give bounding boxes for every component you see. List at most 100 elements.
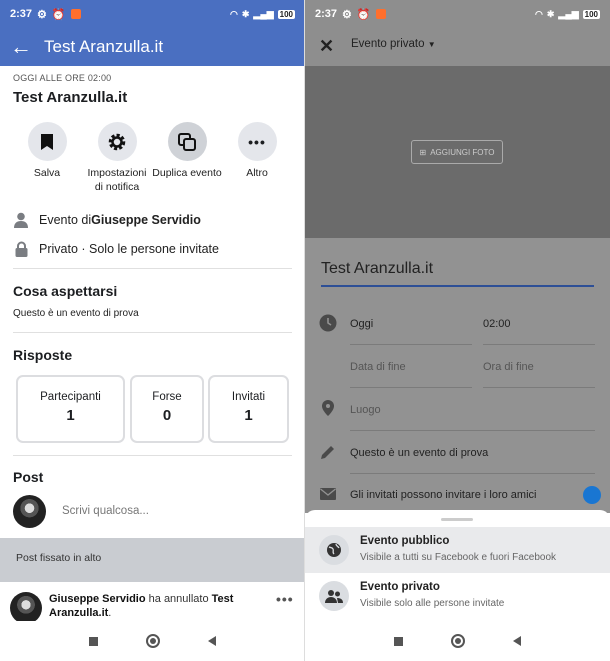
guests-invite-toggle[interactable] [583, 486, 601, 504]
status-bar: 2:37 ⚙ ⏰ ◠ ✱ ▂▄▆ 100 [0, 0, 305, 28]
settings-icon: ⚙ [342, 8, 352, 21]
avatar[interactable] [13, 495, 46, 528]
divider [350, 344, 472, 345]
notification-icon [375, 9, 386, 19]
system-nav-bar [0, 621, 305, 661]
public-event-option[interactable]: Evento pubblico Visibile a tutti su Face… [305, 527, 610, 573]
invited-count-card[interactable]: Invitati 1 [208, 375, 289, 443]
back-arrow-icon[interactable]: ← [10, 36, 32, 58]
notification-icon [70, 9, 81, 19]
event-privacy-row: Privato · Solo le persone invitate [13, 241, 219, 257]
input-underline [321, 285, 594, 287]
bluetooth-icon: ✱ [546, 8, 555, 19]
home-button[interactable] [451, 634, 465, 648]
settings-icon: ⚙ [37, 8, 47, 21]
home-button[interactable] [146, 634, 160, 648]
privacy-selector[interactable]: Evento privato ▼ [351, 38, 436, 50]
sheet-handle[interactable] [441, 518, 473, 521]
avatar[interactable] [10, 592, 42, 624]
location-pin-icon [322, 400, 334, 416]
status-bar: 2:37 ⚙ ⏰ ◠ ✱ ▂▄▆ 100 [305, 0, 610, 28]
divider [350, 430, 595, 431]
private-event-option[interactable]: Evento privato Visibile solo alle person… [305, 573, 610, 619]
add-photo-label: AGGIUNGI FOTO [430, 147, 495, 157]
location-field[interactable]: Luogo [350, 404, 381, 416]
description-field[interactable]: Questo è un evento di prova [350, 447, 488, 459]
guests-invite-label: Gli invitati possono invitare i loro ami… [350, 489, 537, 501]
event-title: Test Aranzulla.it [13, 89, 128, 106]
host-name[interactable]: Giuseppe Servidio [91, 213, 201, 227]
going-value: 1 [66, 407, 75, 424]
edit-header: 2:37 ⚙ ⏰ ◠ ✱ ▂▄▆ 100 ✕ Evento privato ▼ [305, 0, 610, 66]
recents-button[interactable] [89, 636, 98, 646]
back-button[interactable] [208, 636, 216, 646]
recents-button[interactable] [394, 636, 403, 646]
edit-event-screen: 2:37 ⚙ ⏰ ◠ ✱ ▂▄▆ 100 ✕ Evento privato ▼ … [305, 0, 610, 661]
alarm-icon: ⏰ [51, 8, 66, 21]
status-time: 2:37 [315, 8, 338, 20]
more-icon: ••• [248, 133, 266, 150]
private-event-subtitle: Visibile solo alle persone invitate [360, 598, 505, 609]
public-event-subtitle: Visibile a tutti su Facebook e fuori Fac… [360, 552, 557, 563]
end-date-field[interactable]: Data di fine [350, 361, 406, 373]
privacy-text: Privato · Solo le persone invitate [39, 242, 219, 256]
wifi-icon: ◠ [230, 8, 238, 19]
feed-action: ha annullato [145, 593, 212, 605]
status-time: 2:37 [10, 8, 33, 20]
invited-label: Invitati [231, 391, 266, 403]
about-title: Cosa aspettarsi [13, 283, 118, 299]
lock-icon [13, 241, 29, 257]
bluetooth-icon: ✱ [241, 8, 250, 19]
event-name-input[interactable]: Test Aranzulla.it [321, 260, 433, 278]
maybe-value: 0 [162, 407, 172, 424]
responses-title: Risposte [13, 347, 73, 363]
feed-suffix: . [108, 607, 112, 619]
close-icon[interactable]: ✕ [319, 36, 334, 57]
divider [350, 473, 595, 474]
globe-icon [327, 543, 341, 557]
start-time-field[interactable]: 02:00 [483, 318, 511, 330]
maybe-count-card[interactable]: Forse 0 [130, 375, 204, 443]
gear-icon [108, 133, 126, 150]
duplicate-event-button[interactable]: Duplica evento [147, 122, 227, 180]
save-label: Salva [33, 167, 61, 179]
envelope-icon [320, 488, 336, 500]
signal-icon: ▂▄▆ [253, 8, 274, 19]
alarm-icon: ⏰ [356, 8, 371, 21]
event-form: Test Aranzulla.it Oggi 02:00 Data di fin… [305, 238, 610, 513]
caret-down-icon: ▼ [427, 40, 436, 49]
feed-author[interactable]: Giuseppe Servidio [49, 593, 146, 605]
event-host-row: Evento di Giuseppe Servidio [13, 212, 201, 228]
end-time-field[interactable]: Ora di fine [483, 361, 534, 373]
public-event-title: Evento pubblico [360, 535, 450, 547]
divider [13, 455, 292, 456]
signal-icon: ▂▄▆ [558, 8, 579, 19]
add-photo-icon: ⊞ [419, 147, 427, 157]
post-title: Post [13, 469, 44, 485]
save-button[interactable]: Salva [7, 122, 87, 180]
battery-icon: 100 [582, 9, 600, 19]
back-button[interactable] [513, 636, 521, 646]
event-actions: Salva Impostazioni di notifica Duplica e… [0, 122, 305, 197]
private-event-title: Evento privato [360, 581, 440, 593]
start-date-field[interactable]: Oggi [350, 318, 373, 330]
duplicate-icon [178, 132, 196, 151]
write-post-input[interactable]: Scrivi qualcosa... [62, 505, 149, 517]
clock-icon [319, 314, 337, 332]
pinned-post-header: Post fissato in alto [0, 538, 305, 582]
add-photo-button[interactable]: ⊞ AGGIUNGI FOTO [411, 140, 503, 164]
battery-icon: 100 [277, 9, 295, 19]
privacy-selector-label: Evento privato [351, 38, 425, 50]
event-detail-screen: 2:37 ⚙ ⏰ ◠ ✱ ▂▄▆ 100 ← Test Aranzulla.it… [0, 0, 305, 661]
person-icon [13, 212, 29, 228]
pinned-post-label: Post fissato in alto [16, 552, 102, 564]
pencil-icon [321, 446, 334, 459]
post-options-icon[interactable]: ••• [276, 591, 294, 607]
divider [13, 332, 292, 333]
going-label: Partecipanti [40, 391, 101, 403]
notification-settings-button[interactable]: Impostazioni di notifica [77, 122, 157, 194]
duplicate-event-label: Duplica evento [152, 167, 222, 179]
more-button[interactable]: ••• Altro [217, 122, 297, 180]
page-title: Test Aranzulla.it [44, 37, 164, 56]
going-count-card[interactable]: Partecipanti 1 [16, 375, 125, 443]
